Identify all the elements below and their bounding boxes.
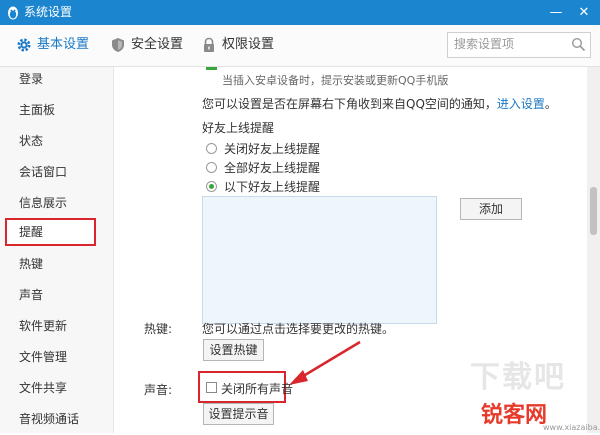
sidebar-item-label: 音视频通话 xyxy=(19,412,80,426)
radio-label: 全部好友上线提醒 xyxy=(224,161,321,175)
android-install-hint: 当插入安卓设备时，提示安装或更新QQ手机版 xyxy=(222,74,449,87)
sidebar-item-label: 登录 xyxy=(19,72,44,86)
sidebar-item-software-update[interactable]: 软件更新 xyxy=(0,311,113,342)
search-input[interactable] xyxy=(448,33,570,55)
search-icon[interactable] xyxy=(571,37,586,52)
sidebar-item-status[interactable]: 状态 xyxy=(0,126,113,157)
gear-icon xyxy=(17,38,31,52)
radio-selected-friend-online[interactable] xyxy=(206,181,217,192)
sound-label: 声音: xyxy=(144,383,173,397)
sidebar-item-label: 软件更新 xyxy=(19,319,68,333)
sidebar-item-label: 文件管理 xyxy=(19,350,68,364)
hotkey-desc: 您可以通过点击选择要更改的热键。 xyxy=(202,322,395,336)
sidebar-item-label: 信息展示 xyxy=(19,196,68,210)
watermark-url: www.xiazaiba.com xyxy=(543,423,600,432)
sidebar-item-label: 热键 xyxy=(19,257,44,271)
scroll-thumb[interactable] xyxy=(590,187,597,235)
watermark-text: 下载吧 xyxy=(470,360,566,395)
settings-sidebar: 登录 主面板 状态 会话窗口 信息展示 提醒 热键 声音 软件更新 文件管理 文… xyxy=(0,67,114,433)
settings-tab-bar: 基本设置 安全设置 权限设置 xyxy=(0,25,600,67)
mute-all-label: 关闭所有声音 xyxy=(221,382,294,396)
sidebar-item-label: 提醒 xyxy=(19,225,44,239)
sidebar-item-hotkey[interactable]: 热键 xyxy=(0,249,113,280)
sidebar-item-chat-window[interactable]: 会话窗口 xyxy=(0,157,113,188)
title-bar: 系统设置 — ✕ xyxy=(0,0,600,25)
set-hotkey-button[interactable]: 设置热键 xyxy=(203,339,264,361)
sidebar-item-sound[interactable]: 声音 xyxy=(0,280,113,311)
sidebar-item-label: 文件共享 xyxy=(19,381,68,395)
tab-basic-settings[interactable]: 基本设置 xyxy=(16,35,96,55)
sidebar-item-file-sharing[interactable]: 文件共享 xyxy=(0,373,113,404)
minimize-button[interactable]: — xyxy=(542,0,570,25)
qzone-settings-link[interactable]: 进入设置 xyxy=(497,97,545,111)
set-sound-button[interactable]: 设置提示音 xyxy=(203,403,274,425)
content-scrollbar[interactable] xyxy=(587,67,600,433)
sidebar-item-main-panel[interactable]: 主面板 xyxy=(0,95,113,126)
qzone-notice: 您可以设置是否在屏幕右下角收到来自QQ空间的通知，进入设置。 xyxy=(202,95,557,112)
qzone-notice-text: 您可以设置是否在屏幕右下角收到来自QQ空间的通知， xyxy=(202,97,497,111)
friend-online-title: 好友上线提醒 xyxy=(202,121,275,135)
friend-list-box[interactable] xyxy=(202,196,437,324)
radio-label: 以下好友上线提醒 xyxy=(224,180,321,194)
sidebar-item-login[interactable]: 登录 xyxy=(0,64,113,95)
tab-label: 基本设置 xyxy=(37,37,90,52)
partial-checkbox[interactable] xyxy=(206,67,217,70)
tab-permission-settings[interactable]: 权限设置 xyxy=(201,35,281,55)
tab-label: 权限设置 xyxy=(222,37,275,52)
qq-penguin-icon xyxy=(8,6,18,20)
sidebar-item-reminder[interactable]: 提醒 xyxy=(0,217,113,248)
shield-icon xyxy=(112,38,124,52)
radio-all-friend-online[interactable] xyxy=(206,162,217,173)
sidebar-item-info-display[interactable]: 信息展示 xyxy=(0,188,113,219)
add-friend-button[interactable]: 添加 xyxy=(460,198,522,220)
lock-icon xyxy=(204,37,214,52)
watermark-brand: 锐客网 xyxy=(481,403,548,428)
tab-label: 安全设置 xyxy=(131,37,184,52)
qzone-notice-end: 。 xyxy=(544,97,557,111)
sidebar-item-label: 主面板 xyxy=(19,103,56,117)
sidebar-item-av-call[interactable]: 音视频通话 xyxy=(0,404,113,435)
sidebar-item-label: 会话窗口 xyxy=(19,165,68,179)
sidebar-item-label: 声音 xyxy=(19,288,44,302)
tab-security-settings[interactable]: 安全设置 xyxy=(110,35,190,55)
sidebar-item-file-management[interactable]: 文件管理 xyxy=(0,342,113,373)
close-button[interactable]: ✕ xyxy=(570,0,598,25)
radio-label: 关闭好友上线提醒 xyxy=(224,142,321,156)
radio-close-friend-online[interactable] xyxy=(206,143,217,154)
mute-all-checkbox[interactable] xyxy=(206,382,217,393)
search-box[interactable] xyxy=(447,32,591,58)
window-title: 系统设置 xyxy=(24,5,73,19)
sidebar-item-label: 状态 xyxy=(19,134,44,148)
hotkey-label: 热键: xyxy=(144,322,173,336)
